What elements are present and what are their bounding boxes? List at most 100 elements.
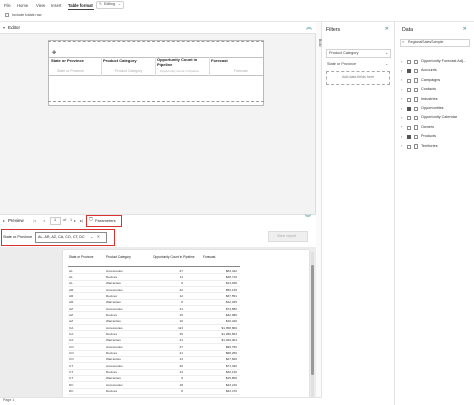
pencil-icon: ✎ — [99, 1, 103, 6]
data-table-label: Industries — [421, 96, 438, 101]
report-header-cell: Forecast — [203, 255, 216, 259]
table-checkbox[interactable] — [407, 144, 411, 149]
header-state[interactable]: State or Province — [51, 58, 99, 64]
tab-insert[interactable]: Insert — [51, 3, 61, 8]
chevron-right-icon[interactable]: › — [401, 144, 402, 148]
table-cell: $42,980 — [225, 312, 237, 317]
table-cell: DC — [69, 382, 74, 387]
table-cell: Warranties — [106, 319, 121, 324]
data-table-item[interactable]: › Accounts — [396, 67, 474, 75]
table-cell: Accessories — [106, 344, 123, 349]
tab-table-format[interactable]: Table format — [68, 3, 93, 8]
header-opportunity-count[interactable]: Opportunity Count in Pipeline — [157, 57, 207, 67]
chevron-down-icon[interactable]: ⌄ — [385, 62, 388, 66]
clear-icon[interactable]: × — [97, 234, 100, 240]
data-table-item[interactable]: › Owners — [396, 124, 474, 132]
data-table-label: Contacts — [421, 87, 436, 92]
table-cell: $15,806 — [225, 376, 237, 381]
chevron-right-icon[interactable]: › — [401, 106, 402, 111]
data-table-item[interactable]: › Opportunity Forecast Adj... — [396, 58, 474, 66]
table-checkbox[interactable] — [407, 88, 411, 93]
editor-title: Editor — [8, 25, 21, 30]
chevron-right-icon[interactable]: › — [401, 134, 402, 139]
table-checkbox[interactable] — [407, 125, 411, 130]
collapse-editor-icon[interactable]: ▾ — [3, 26, 5, 30]
collapse-chevron-icon[interactable]: ︽ — [306, 25, 312, 31]
table-checkbox[interactable] — [407, 97, 411, 102]
table-cell: Accessories — [106, 325, 123, 330]
data-table-item[interactable]: › Opportunity Calendar — [396, 114, 474, 122]
table-cell: Accessories — [106, 287, 123, 292]
header-forecast[interactable]: Forecast — [211, 58, 261, 64]
table-cell: 8 — [181, 389, 183, 394]
table-checkbox[interactable] — [407, 69, 411, 74]
table-icon — [414, 144, 418, 149]
table-cell: 11 — [179, 274, 183, 279]
editing-label: Editing — [104, 2, 115, 6]
chevron-right-icon[interactable]: › — [401, 59, 402, 64]
first-page-icon[interactable]: |◂ — [33, 218, 36, 223]
table-checkbox[interactable] — [407, 60, 411, 64]
table-cell: 8 — [181, 300, 183, 305]
table-cell: Devices — [106, 312, 118, 317]
table-cell: $1,958,800 — [221, 325, 237, 330]
table-cell: $28,710 — [225, 274, 237, 279]
table-cell: 31 — [179, 306, 183, 311]
table-checkbox[interactable] — [407, 116, 411, 121]
chevron-down-icon[interactable]: ⌄ — [385, 51, 388, 55]
canvas-guide-top — [48, 41, 264, 42]
table-checkbox[interactable] — [407, 107, 411, 111]
scrollbar-thumb[interactable] — [311, 265, 314, 375]
table-cell: Warranties — [106, 376, 121, 381]
table-cell: AZ — [69, 319, 73, 324]
tab-view[interactable]: View — [36, 3, 45, 8]
header-product-category[interactable]: Product Category — [103, 58, 155, 64]
build-side-label[interactable]: Build — [318, 39, 322, 47]
data-table-item[interactable]: › Territories — [396, 143, 474, 151]
column-divider — [101, 57, 102, 76]
collapse-data-icon[interactable]: » — [463, 26, 466, 32]
include-totals-label: Include totals row — [12, 12, 42, 17]
table-icon — [414, 106, 418, 111]
table-checkbox[interactable] — [407, 135, 411, 140]
report-header-cell: Opportunity Count in Pipeline — [153, 255, 195, 259]
data-search-value: RegionalSalesSample — [408, 40, 444, 44]
status-bar — [0, 397, 322, 405]
data-table-label: Opportunity Calendar — [421, 115, 458, 120]
include-totals-checkbox[interactable] — [5, 13, 9, 17]
last-page-icon[interactable]: ▸| — [80, 218, 83, 223]
next-page-icon[interactable]: ▸ — [74, 218, 76, 223]
chevron-right-icon[interactable]: › — [401, 78, 402, 82]
state-param-label: State or Province — [3, 235, 33, 239]
table-icon — [414, 134, 418, 140]
chevron-right-icon[interactable]: › — [401, 125, 402, 129]
tab-file[interactable]: File — [4, 3, 11, 8]
report-table: State or Province Product Category Opportu… — [68, 255, 243, 405]
chevron-down-icon[interactable]: ⌄ — [90, 235, 93, 239]
expand-preview-icon[interactable]: ︾ — [305, 216, 311, 222]
table-cell: $22,470 — [225, 389, 237, 394]
table-cell: 13 — [179, 357, 183, 362]
placeholder-opportunity-count: Opportunity Count in Pipeline — [160, 69, 200, 73]
move-handle-icon[interactable]: ✥ — [52, 51, 56, 56]
table-cell: $71,320 — [225, 363, 237, 368]
chevron-right-icon[interactable]: › — [401, 97, 402, 101]
chevron-right-icon[interactable]: › — [401, 115, 402, 120]
table-cell: 14 — [179, 370, 183, 375]
table-icon — [414, 125, 418, 130]
prev-page-icon[interactable]: ◂ — [43, 218, 45, 223]
data-table-item[interactable]: › Industries — [396, 96, 474, 104]
data-table-item[interactable]: › Products — [396, 133, 474, 141]
table-cell: 22 — [179, 287, 183, 292]
data-table-label: Opportunities — [421, 106, 444, 110]
data-table-item[interactable]: › Opportunities — [396, 105, 474, 113]
data-table-item[interactable]: › Campaigns — [396, 77, 474, 85]
table-checkbox[interactable] — [407, 78, 411, 83]
chevron-right-icon[interactable]: › — [401, 68, 402, 73]
chevron-right-icon[interactable]: › — [401, 87, 402, 92]
collapse-filters-icon[interactable]: » — [385, 26, 388, 32]
placeholder-forecast: Forecast — [234, 69, 248, 73]
collapse-preview-icon[interactable]: ▸ — [3, 219, 5, 223]
data-table-item[interactable]: › Contacts — [396, 86, 474, 94]
tab-home[interactable]: Home — [17, 3, 28, 8]
